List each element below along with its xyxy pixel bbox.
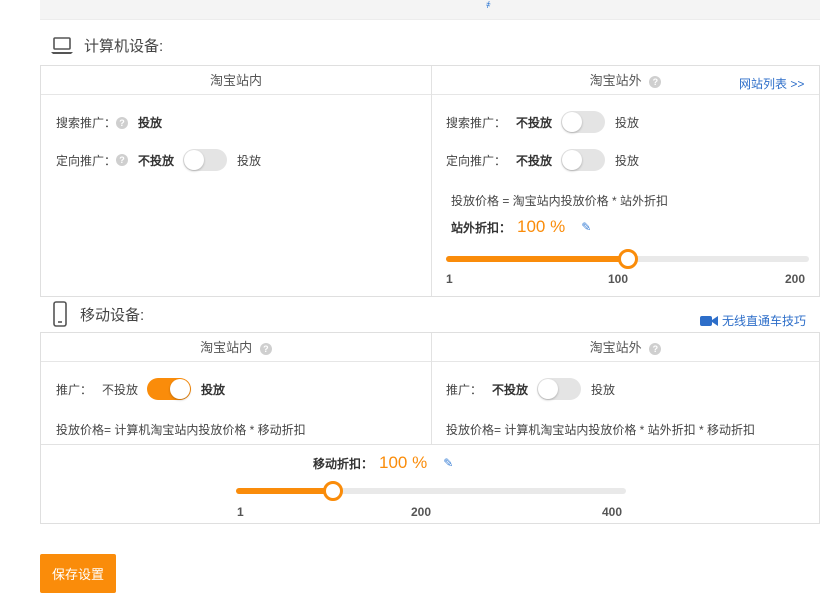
computer-section-title: 计算机设备: [50, 35, 163, 56]
mobile-inside-promo-row: 推广： 不投放 投放 [56, 378, 225, 400]
phone-icon [53, 301, 67, 327]
top-mark: ҂ [486, 0, 491, 10]
promo-off-label: 不投放 [492, 382, 529, 397]
toggle-knob [538, 379, 559, 399]
pencil-icon[interactable]: ✎ [581, 220, 591, 234]
slider-max-label: 400 [602, 505, 623, 519]
search-promo-value: 投放 [138, 116, 163, 130]
search-promo-label: 搜索推广： [446, 115, 507, 130]
question-icon[interactable]: ? [649, 342, 662, 355]
computer-outside-search-toggle[interactable] [561, 111, 606, 133]
computer-inside-header: 淘宝站内 [41, 66, 431, 95]
computer-card: 淘宝站内 搜索推广： ? 投放 定向推广： ? 不投放 投放 淘宝站外 ? 网站… [40, 65, 820, 297]
video-camera-icon [700, 315, 718, 326]
mobile-outside-formula-text: 投放价格= 计算机淘宝站内投放价格 * 站外折扣 * 移动折扣 [446, 423, 756, 437]
outside-formula: 投放价格 = 淘宝站内投放价格 * 站外折扣 [451, 192, 668, 209]
computer-title: 计算机设备: [84, 38, 164, 55]
mobile-inside-promo-toggle[interactable] [147, 378, 192, 400]
mobile-title: 移动设备: [80, 306, 145, 324]
computer-outside-title: 淘宝站外 [589, 73, 642, 88]
mobile-discount-value: 100 % [379, 453, 428, 472]
toggle-knob [562, 150, 583, 170]
mobile-discount-slider-handle[interactable] [323, 481, 343, 501]
promo-on-label: 投放 [201, 382, 226, 397]
mobile-discount-row: 移动折扣： 100 % ✎ [313, 453, 453, 473]
target-off-label: 不投放 [138, 153, 175, 168]
mobile-outside-promo-toggle[interactable] [537, 378, 582, 400]
target-promo-label: 定向推广： [56, 153, 117, 168]
site-list-link[interactable]: 网站列表 >> [739, 75, 804, 92]
mobile-outside-header: 淘宝站外 ? [432, 333, 819, 362]
mobile-card: 淘宝站内 ? 淘宝站外 ? 推广： 不投放 投放 投放价格= 计算机淘宝站内投放… [40, 332, 820, 524]
outside-discount-slider-handle[interactable] [618, 249, 638, 269]
computer-inside-title: 淘宝站内 [209, 73, 262, 88]
row-divider [41, 444, 819, 445]
toggle-knob [170, 379, 191, 399]
computer-outside-target-row: 定向推广： 不投放 投放 [446, 149, 639, 171]
top-strip: ҂ [40, 0, 820, 20]
computer-outside-search-row: 搜索推广： 不投放 投放 [446, 111, 639, 133]
computer-inside-target-toggle[interactable] [183, 149, 228, 171]
slider-max-label: 200 [785, 272, 806, 286]
outside-formula-text: 投放价格 = 淘宝站内投放价格 * 站外折扣 [451, 194, 669, 208]
mobile-inside-header: 淘宝站内 ? [41, 333, 431, 362]
mobile-inside-title: 淘宝站内 [200, 340, 253, 355]
mobile-outside-formula: 投放价格= 计算机淘宝站内投放价格 * 站外折扣 * 移动折扣 [446, 421, 755, 438]
mobile-section-title: 移动设备: [50, 301, 144, 327]
target-promo-label: 定向推广： [446, 153, 507, 168]
outside-discount-slider-fill [446, 256, 628, 262]
search-on-label: 投放 [615, 115, 640, 130]
target-on-label: 投放 [237, 153, 262, 168]
promo-label: 推广： [446, 382, 483, 397]
save-settings-button[interactable]: 保存设置 [40, 554, 116, 593]
promo-on-label: 投放 [591, 382, 616, 397]
search-promo-label: 搜索推广： [56, 116, 117, 130]
mobile-tips-link[interactable]: 无线直通车技巧 [700, 312, 806, 329]
question-icon[interactable]: ? [116, 154, 129, 166]
mobile-inside-formula: 投放价格= 计算机淘宝站内投放价格 * 移动折扣 [56, 421, 306, 438]
outside-discount-row: 站外折扣： 100 % ✎ [451, 217, 591, 237]
target-off-label: 不投放 [516, 153, 553, 168]
column-divider [431, 66, 432, 296]
slider-min-label: 1 [446, 272, 453, 286]
mobile-outside-promo-row: 推广： 不投放 投放 [446, 378, 615, 400]
computer-inside-search-row: 搜索推广： ? 投放 [56, 114, 162, 131]
computer-inside-target-row: 定向推广： ? 不投放 投放 [56, 149, 261, 171]
question-icon[interactable]: ? [259, 342, 272, 355]
outside-discount-value: 100 % [517, 217, 566, 236]
mobile-discount-slider-fill [236, 488, 333, 494]
computer-outside-target-toggle[interactable] [561, 149, 606, 171]
slider-min-label: 1 [237, 505, 244, 519]
toggle-knob [562, 112, 583, 132]
target-on-label: 投放 [615, 153, 640, 168]
slider-mid-label: 100 [608, 272, 629, 286]
laptop-icon [51, 36, 73, 54]
slider-mid-label: 200 [411, 505, 432, 519]
promo-off-label: 不投放 [102, 382, 139, 397]
promo-label: 推广： [56, 382, 93, 397]
mobile-tips-text: 无线直通车技巧 [722, 314, 807, 328]
mobile-inside-formula-text: 投放价格= 计算机淘宝站内投放价格 * 移动折扣 [56, 423, 306, 437]
pencil-icon[interactable]: ✎ [443, 456, 453, 470]
question-icon[interactable]: ? [116, 116, 129, 129]
mobile-discount-label: 移动折扣： [313, 456, 374, 471]
question-icon[interactable]: ? [649, 75, 662, 88]
search-off-label: 不投放 [516, 115, 553, 130]
mobile-outside-title: 淘宝站外 [589, 340, 642, 355]
toggle-knob [184, 150, 205, 170]
outside-discount-label: 站外折扣： [451, 220, 512, 235]
